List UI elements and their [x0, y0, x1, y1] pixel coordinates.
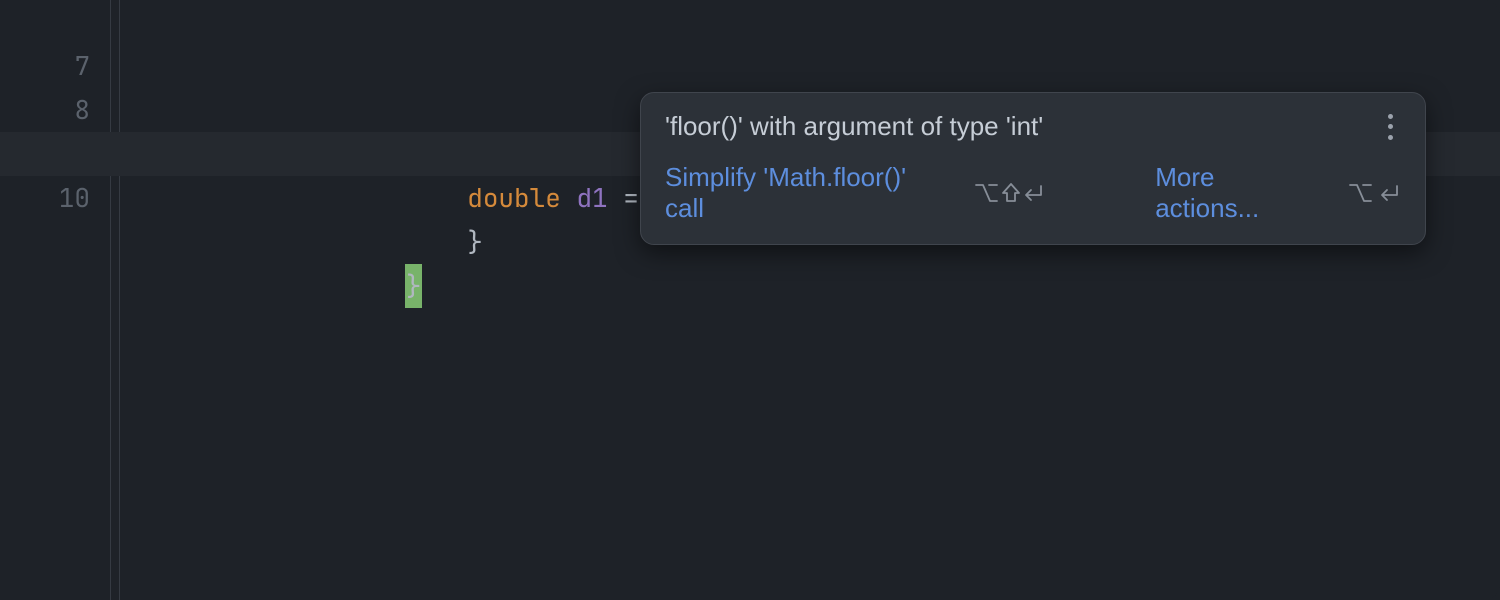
simplify-action[interactable]: Simplify 'Math.floor()' call: [665, 162, 1045, 224]
shortcut-opt-shift-enter: [975, 180, 1045, 206]
code-editor[interactable]: 7 int i = 2; 8 double d1 = Math.floor(i)…: [0, 0, 1500, 600]
action-label: Simplify 'Math.floor()' call: [665, 162, 951, 224]
token-brace: }: [467, 224, 483, 259]
code-indent: [218, 268, 405, 303]
inspection-popup: 'floor()' with argument of type 'int' Si…: [640, 92, 1426, 245]
line-number: 10: [0, 176, 90, 220]
more-actions[interactable]: More actions...: [1155, 162, 1401, 224]
token-identifier: d1: [576, 180, 607, 215]
action-label: More actions...: [1155, 162, 1325, 224]
token-operator: =: [623, 180, 639, 215]
shortcut-opt-enter: [1349, 180, 1401, 206]
code-line[interactable]: 8 double d1 = Math.floor(i);: [0, 44, 1500, 88]
token-brace-matched: }: [405, 264, 423, 308]
code-line[interactable]: 7 int i = 2;: [0, 0, 1500, 44]
inspection-title: 'floor()' with argument of type 'int': [665, 111, 1043, 142]
more-vert-icon[interactable]: [1379, 114, 1401, 140]
inspection-title-row: 'floor()' with argument of type 'int': [665, 111, 1401, 142]
inspection-actions: Simplify 'Math.floor()' call: [665, 162, 1401, 224]
